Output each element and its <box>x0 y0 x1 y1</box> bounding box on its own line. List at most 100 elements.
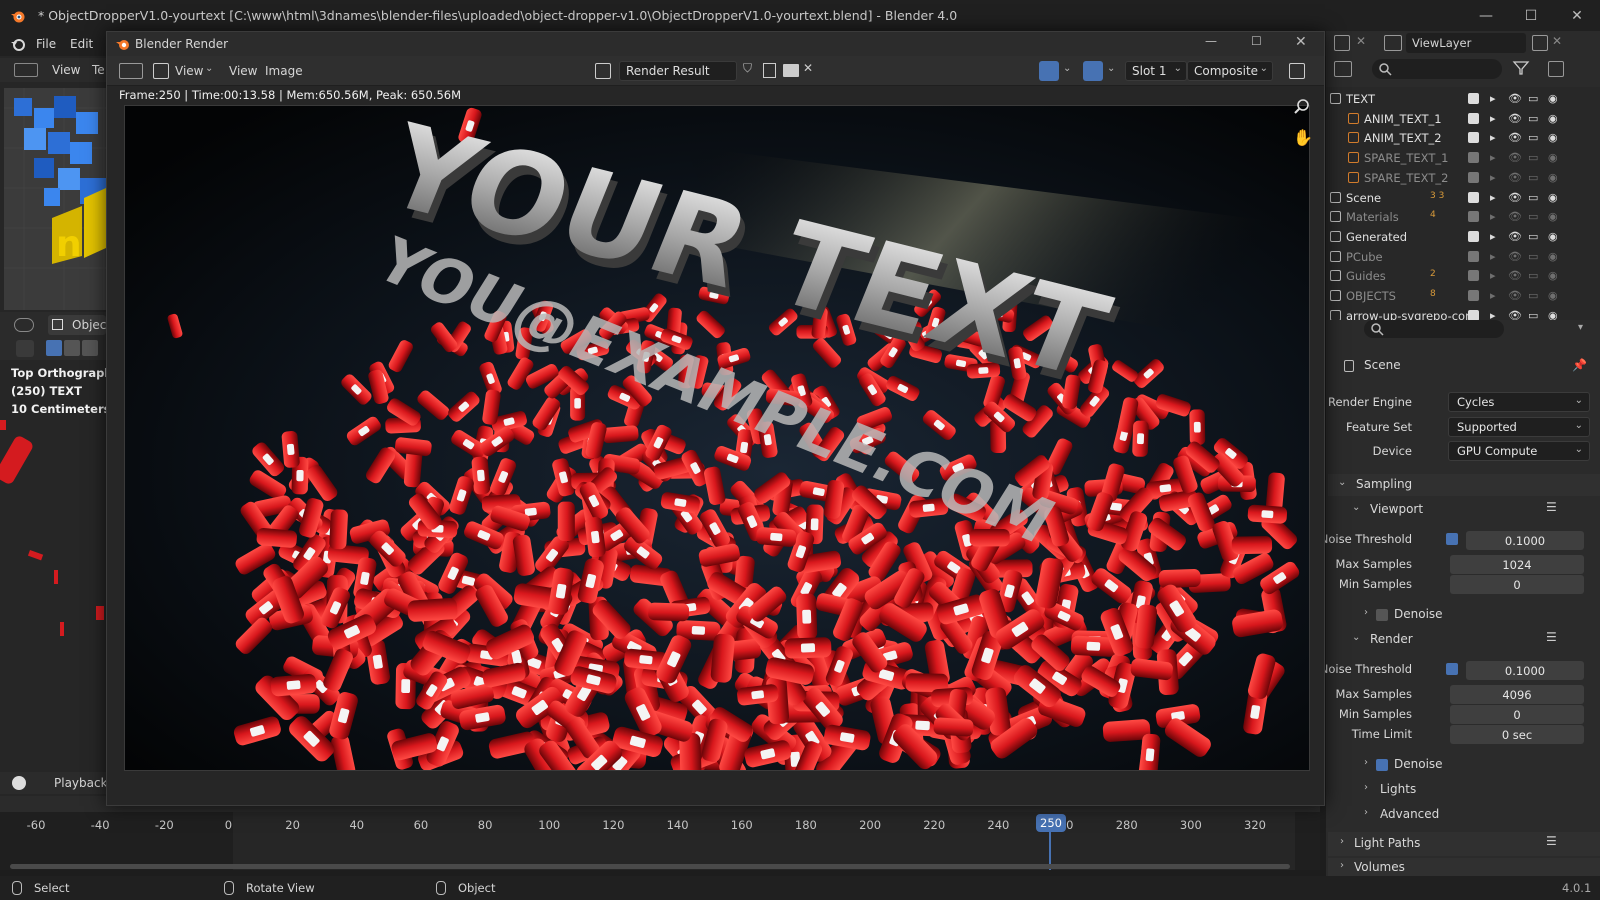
exclude-checkbox[interactable] <box>1468 152 1479 164</box>
select-arrow-icon[interactable]: ▸ <box>1490 191 1496 204</box>
render-menu-view-1[interactable]: View <box>175 64 203 78</box>
select-tool-icon[interactable] <box>16 340 34 357</box>
eye-icon[interactable]: 👁 <box>1508 112 1522 125</box>
feature-set-select[interactable]: Supported ⌄ <box>1448 417 1590 437</box>
camera-icon[interactable]: ◉ <box>1548 171 1558 184</box>
render-result-image[interactable]: YOUR TEXT YOUR TEXT YOU@EXAMPLE.COM <box>124 105 1310 771</box>
outliner-row[interactable]: SPARE_TEXT_2 ▸ 👁 ▭ ◉ <box>1326 168 1600 188</box>
monitor-icon[interactable]: ▭ <box>1528 230 1538 243</box>
render-noise-threshold-checkbox[interactable] <box>1446 663 1458 675</box>
eye-icon[interactable]: 👁 <box>1508 250 1522 263</box>
render-window[interactable]: Blender Render — ☐ ✕ View ⌄ View Image R… <box>106 31 1325 806</box>
exclude-checkbox[interactable] <box>1468 112 1479 124</box>
render-min-samples-field[interactable]: 0 <box>1450 705 1584 724</box>
overlay-toggle-button[interactable] <box>1083 61 1103 81</box>
eye-icon[interactable]: 👁 <box>1508 269 1522 282</box>
eye-icon[interactable]: 👁 <box>1508 131 1522 144</box>
viewport-noise-threshold-checkbox[interactable] <box>1446 533 1458 545</box>
gizmo-toggle-button[interactable] <box>1039 61 1059 81</box>
select-arrow-icon[interactable]: ▸ <box>1490 250 1496 263</box>
monitor-icon[interactable]: ▭ <box>1528 131 1538 144</box>
timeline[interactable]: -60 -40 -20 0 20 40 60 80 100 120 140 160 180 200 220 2… <box>0 812 1320 870</box>
layer-select[interactable]: Composite ⌄ <box>1187 61 1273 81</box>
viewport-noise-threshold-field[interactable]: 0.1000 <box>1466 531 1584 550</box>
scene-browse-icon[interactable] <box>1334 35 1350 51</box>
presets-list-icon[interactable]: ☰ <box>1546 500 1557 514</box>
eye-icon[interactable]: 👁 <box>1508 309 1522 320</box>
camera-icon[interactable]: ◉ <box>1548 191 1558 204</box>
viewport-max-samples-field[interactable]: 1024 <box>1450 555 1584 574</box>
open-folder-icon[interactable] <box>783 64 799 77</box>
light-paths-presets-icon[interactable]: ☰ <box>1546 834 1557 848</box>
render-maximize-button[interactable]: ☐ <box>1251 34 1262 48</box>
unlink-image-icon[interactable]: ✕ <box>803 61 813 75</box>
zoom-icon[interactable] <box>1293 98 1311 116</box>
advanced-subpanel[interactable]: Advanced <box>1380 807 1439 821</box>
exclude-checkbox[interactable] <box>1468 93 1479 104</box>
render-minimize-button[interactable]: — <box>1205 34 1217 48</box>
outliner-row[interactable]: ANIM_TEXT_2 ▸ 👁 ▭ ◉ <box>1326 128 1600 148</box>
timeline-scrollbar[interactable] <box>10 864 1290 869</box>
monitor-icon[interactable]: ▭ <box>1528 210 1538 223</box>
select-box-icon[interactable] <box>46 340 62 356</box>
blender-menu-icon[interactable] <box>10 36 26 52</box>
image-editor-type-icon[interactable] <box>119 63 143 79</box>
filter-icon[interactable] <box>1512 59 1530 77</box>
close-button[interactable]: ✕ <box>1566 6 1588 26</box>
outliner-search-input[interactable] <box>1372 59 1502 79</box>
volumes-title[interactable]: Volumes <box>1354 860 1405 874</box>
clock-icon[interactable] <box>12 776 26 790</box>
display-channels-icon[interactable] <box>1289 63 1305 79</box>
monitor-icon[interactable]: ▭ <box>1528 92 1538 105</box>
outliner-row[interactable]: OBJECTS 8 ▸ 👁 ▭ ◉ <box>1326 286 1600 306</box>
editor-type-icon[interactable] <box>14 63 38 77</box>
render-engine-select[interactable]: Cycles ⌄ <box>1448 392 1590 412</box>
viewport-chevron-icon[interactable]: ⌄ <box>1352 502 1360 513</box>
viewport-denoise-checkbox[interactable] <box>1376 609 1388 621</box>
monitor-icon[interactable]: ▭ <box>1528 309 1538 320</box>
outliner-row[interactable]: Scene 3 3 ▸ 👁 ▭ ◉ <box>1326 188 1600 208</box>
render-denoise-checkbox[interactable] <box>1376 759 1388 771</box>
viewlayer-remove-icon[interactable]: ✕ <box>1552 34 1562 48</box>
outliner-row[interactable]: Generated ▸ 👁 ▭ ◉ <box>1326 227 1600 247</box>
camera-icon[interactable]: ◉ <box>1548 230 1558 243</box>
camera-icon[interactable]: ◉ <box>1548 151 1558 164</box>
camera-icon[interactable]: ◉ <box>1548 131 1558 144</box>
outliner-row[interactable]: SPARE_TEXT_1 ▸ 👁 ▭ ◉ <box>1326 148 1600 168</box>
left-view-menu[interactable]: View <box>52 63 80 77</box>
outliner-row[interactable]: arrow-up-svgrepo-con ▸ 👁 ▭ ◉ <box>1326 306 1600 320</box>
view-mode-icon[interactable] <box>153 63 169 79</box>
menu-edit[interactable]: Edit <box>70 37 93 51</box>
render-menu-view-2[interactable]: View <box>229 64 257 78</box>
monitor-icon[interactable]: ▭ <box>1528 151 1538 164</box>
render-denoise-label[interactable]: Denoise <box>1394 757 1443 771</box>
eye-icon[interactable]: 👁 <box>1508 210 1522 223</box>
time-limit-field[interactable]: 0 sec <box>1450 725 1584 744</box>
select-arrow-icon[interactable]: ▸ <box>1490 230 1496 243</box>
render-denoise-chevron-icon[interactable]: › <box>1364 757 1368 768</box>
outliner-row[interactable]: PCube ▸ 👁 ▭ ◉ <box>1326 247 1600 267</box>
select-arrow-icon[interactable]: ▸ <box>1490 112 1496 125</box>
exclude-checkbox[interactable] <box>1468 309 1479 320</box>
exclude-checkbox[interactable] <box>1468 211 1479 223</box>
render-menu-image[interactable]: Image <box>265 64 303 78</box>
outliner-row[interactable]: Materials 4 ▸ 👁 ▭ ◉ <box>1326 207 1600 227</box>
render-presets-list-icon[interactable]: ☰ <box>1546 630 1557 644</box>
camera-icon[interactable]: ◉ <box>1548 289 1558 302</box>
eye-icon[interactable]: 👁 <box>1508 289 1522 302</box>
camera-icon[interactable]: ◉ <box>1548 269 1558 282</box>
playback-menu[interactable]: Playback <box>54 776 108 790</box>
exclude-checkbox[interactable] <box>1468 230 1479 242</box>
pan-hand-icon[interactable]: ✋ <box>1293 128 1313 147</box>
select-arrow-icon[interactable]: ▸ <box>1490 210 1496 223</box>
lights-chevron-icon[interactable]: › <box>1364 782 1368 793</box>
properties-search-input[interactable] <box>1364 320 1504 338</box>
left-te-menu[interactable]: Te <box>92 63 105 77</box>
viewlayer-browse-icon[interactable] <box>1384 35 1402 51</box>
pin-icon[interactable]: 📌 <box>1572 358 1587 372</box>
exclude-checkbox[interactable] <box>1468 191 1479 203</box>
render-max-samples-field[interactable]: 4096 <box>1450 685 1584 704</box>
monitor-icon[interactable]: ▭ <box>1528 250 1538 263</box>
outliner-row[interactable]: Guides 2 ▸ 👁 ▭ ◉ <box>1326 266 1600 286</box>
lights-subpanel[interactable]: Lights <box>1380 782 1416 796</box>
